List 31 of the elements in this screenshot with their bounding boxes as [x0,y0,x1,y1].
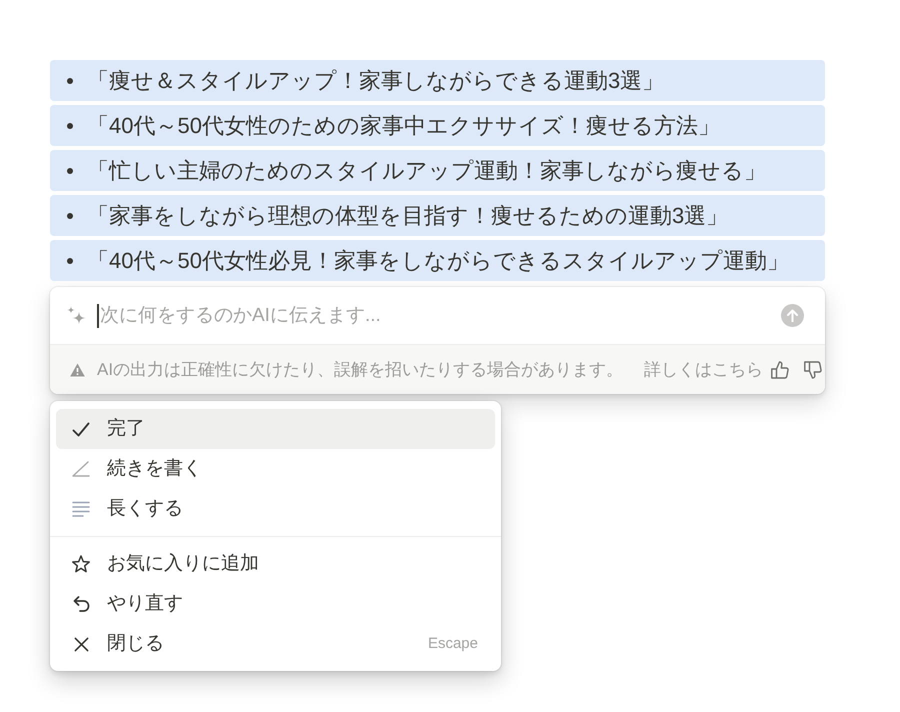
prompt-input[interactable]: 次に何をするのかAIに伝えます... [100,300,781,330]
warning-icon [70,362,85,376]
list-item-text: 「40代～50代女性のための家事中エクササイズ！痩せる方法」 [87,112,720,140]
menu-item[interactable]: 完了 [56,409,495,449]
text-cursor-icon [97,304,99,328]
text-lines-icon [72,500,90,518]
thumbs-up-icon[interactable] [771,360,789,378]
shortcut-hint: Escape [428,634,478,654]
close-icon [74,636,88,652]
bullet-icon [67,78,73,84]
disclaimer-text: AIの出力は正確性に欠けたり、誤解を招いたりする場合があります。 [97,358,624,381]
bullet-icon [67,122,73,128]
sparkle-icon [67,306,86,325]
arrow-up-icon [787,309,798,322]
thumbs-down-icon[interactable] [804,360,822,378]
bullet-icon [67,168,73,174]
angle-icon [72,461,90,477]
list-item-text: 「40代～50代女性必見！家事をしながらできるスタイルアップ運動」 [87,246,789,274]
star-icon [72,555,90,573]
list-item-text: 「忙しい主婦のためのスタイルアップ運動！家事しながら痩せる」 [87,156,766,184]
menu-item[interactable]: 長くする [56,489,495,529]
list-item-text: 「家事をしながら理想の体型を目指す！痩せるための運動3選」 [87,202,728,230]
bullet-icon [67,212,73,218]
menu-item[interactable]: お気に入りに追加 [56,544,495,584]
list-item-text: 「痩せ＆スタイルアップ！家事しながらできる運動3選」 [87,66,664,94]
bullet-icon [67,258,73,264]
curved-arrow-icon [72,596,90,612]
menu-item[interactable]: 閉じる Escape [56,624,495,664]
check-icon [72,420,90,438]
menu-item[interactable]: 続きを書く [56,449,495,489]
menu-item[interactable]: やり直す [56,584,495,624]
